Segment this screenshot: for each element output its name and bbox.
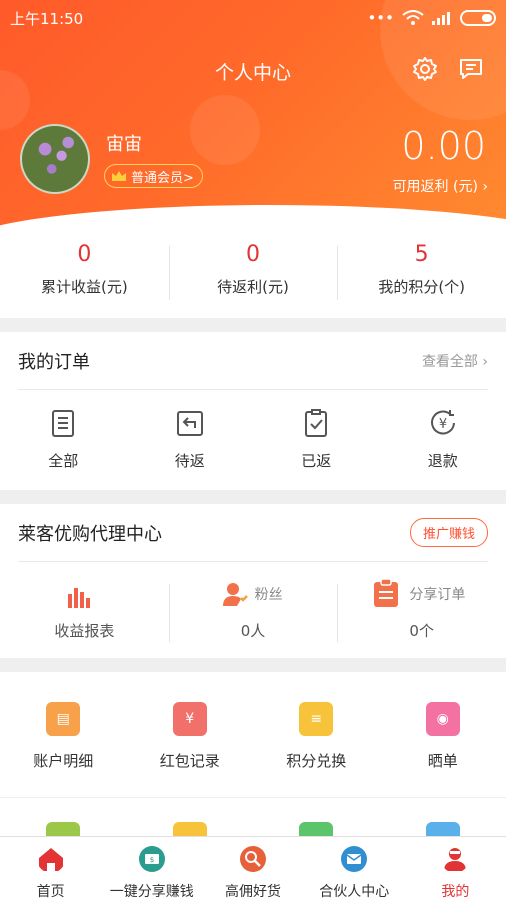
message-icon[interactable] [458,56,484,82]
clipboard-list-icon [52,410,75,437]
header-wave [0,205,506,230]
clipboard-check-icon [305,409,328,437]
earnings-report-button[interactable]: 收益报表 [0,562,169,662]
order-all-button[interactable]: 全部 [0,408,127,471]
shared-orders-label: 分享订单 [409,587,466,603]
agent-stats-row: 收益报表 粉丝 0人 分享订单 0个 [0,562,506,662]
member-level-label: 普通会员> [131,170,194,186]
show-order-label: 晒单 [427,752,458,770]
svg-text:$: $ [150,856,154,864]
stat-label: 待返利(元) [217,278,289,296]
stat-label: 我的积分(个) [378,278,466,296]
order-refund-button[interactable]: ¥ 退款 [380,408,506,471]
coins-icon: ≡ [299,702,334,736]
stat-total-earnings[interactable]: 0 累计收益(元) [0,230,169,318]
fans-label: 粉丝 [254,587,283,603]
agent-center-title: 莱客优购代理中心 [18,523,162,545]
order-returned-label: 已返 [301,452,332,470]
status-dots: ••• [367,9,394,27]
fans-person-icon [222,583,248,606]
order-status-row: 全部 待返 已返 ¥ 退款 [0,390,506,471]
stat-my-points[interactable]: 5 我的积分(个) [337,230,506,318]
order-refund-label: 退款 [427,452,458,470]
orders-section: 我的订单 查看全部 › 全部 待返 已返 ¥ 退款 [0,332,506,490]
signal-icon [432,12,450,25]
camera-icon: ◉ [425,702,460,736]
tab-label: 高佣好货 [225,884,281,900]
profile-header: 上午11:50 ••• 个人中心 宙宙 普通会员> 0.00 可用返利 (元) … [0,0,506,230]
search-goods-icon [240,846,266,872]
battery-icon [460,10,496,26]
stat-pending-rebate[interactable]: 0 待返利(元) [168,230,338,318]
tool-icon[interactable] [299,822,334,836]
fans-count: 0人 [240,622,266,640]
profile-icon [444,848,467,871]
agent-center-header: 莱客优购代理中心 推广赚钱 [18,504,488,562]
account-detail-icon: ▤ [46,702,81,736]
tools-grid: ▤ 账户明细 ¥ 红包记录 ≡ 积分兑换 ◉ 晒单 [0,672,506,836]
tab-partner-center[interactable]: 合伙人中心 [304,837,405,900]
stat-value: 5 [414,242,429,267]
earnings-report-label: 收益报表 [54,622,115,640]
svg-text:¥: ¥ [439,417,447,432]
order-returned-button[interactable]: 已返 [253,408,380,471]
wifi-icon [402,10,424,25]
yen-refund-icon: ¥ [430,410,455,435]
red-envelope-label: 红包记录 [159,752,220,770]
tools-row-1: ▤ 账户明细 ¥ 红包记录 ≡ 积分兑换 ◉ 晒单 [0,672,506,798]
tool-icon[interactable] [425,822,460,836]
decor-circle [190,95,260,165]
settings-gear-icon[interactable] [412,56,438,82]
agent-center-section: 莱客优购代理中心 推广赚钱 收益报表 粉丝 0人 分享订单 0个 [0,504,506,658]
stat-value: 0 [246,242,260,267]
show-order-button[interactable]: ◉ 晒单 [380,702,506,797]
account-detail-label: 账户明细 [33,752,94,770]
tool-icon[interactable] [172,822,207,836]
shared-orders-count: 0个 [409,622,434,640]
orders-title: 我的订单 [18,351,90,373]
tab-mine[interactable]: 我的 [405,837,506,900]
user-name: 宙宙 [106,134,142,155]
order-pending-label: 待返 [174,452,205,470]
points-exchange-button[interactable]: ≡ 积分兑换 [253,702,380,797]
member-level-badge[interactable]: 普通会员> [104,164,203,188]
tab-home[interactable]: 首页 [0,837,101,900]
tab-label: 合伙人中心 [319,884,390,900]
view-all-orders-link[interactable]: 查看全部 › [422,351,488,371]
red-envelope-button[interactable]: ¥ 红包记录 [127,702,254,797]
tab-share-earn[interactable]: $ 一键分享赚钱 [101,837,202,900]
shared-orders-button[interactable]: 分享订单 0个 [337,562,506,662]
home-icon [38,848,63,871]
tab-label: 我的 [441,884,470,900]
tab-label: 首页 [36,884,65,900]
promote-earn-button[interactable]: 推广赚钱 [409,518,488,547]
order-list-icon [374,578,399,607]
share-money-icon: $ [138,846,165,872]
tool-icon[interactable] [46,822,81,836]
tools-row-2-partial [0,798,506,836]
avatar[interactable] [20,124,90,194]
available-rebate-link[interactable]: 可用返利 (元) › [393,176,488,196]
status-bar: 上午11:50 ••• [10,6,496,30]
crown-icon [112,171,126,181]
bottom-tab-bar: 首页 $ 一键分享赚钱 高佣好货 合伙人中心 我的 [0,836,506,900]
status-time: 上午11:50 [10,9,84,28]
stat-label: 累计收益(元) [40,278,128,296]
order-all-label: 全部 [48,452,79,470]
account-detail-button[interactable]: ▤ 账户明细 [0,702,127,797]
partner-icon [341,846,368,872]
fans-button[interactable]: 粉丝 0人 [168,562,338,662]
stat-value: 0 [77,242,92,267]
tab-high-commission[interactable]: 高佣好货 [202,837,303,900]
return-arrow-icon [176,411,203,436]
tab-label: 一键分享赚钱 [109,884,194,900]
available-rebate-value: 0.00 [401,124,486,168]
order-pending-button[interactable]: 待返 [127,408,254,471]
red-envelope-icon: ¥ [172,702,207,736]
points-exchange-label: 积分兑换 [286,752,347,770]
earnings-stats: 0 累计收益(元) 0 待返利(元) 5 我的积分(个) [0,230,506,318]
orders-header: 我的订单 查看全部 › [18,332,488,390]
bar-chart-icon [68,588,90,608]
